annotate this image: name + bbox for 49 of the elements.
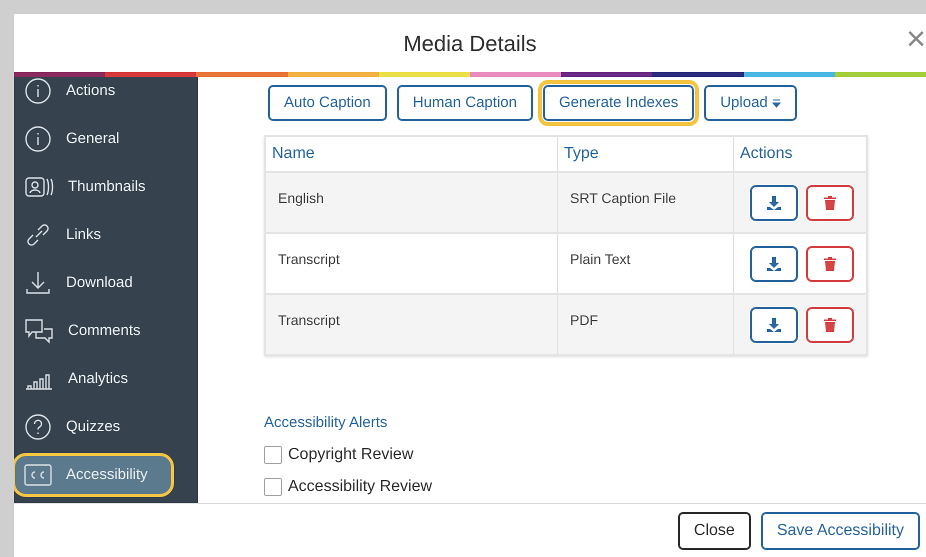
trash-icon	[824, 196, 836, 210]
toolbar-button[interactable]: Human Caption	[396, 85, 533, 121]
delete-button[interactable]	[806, 184, 854, 220]
toolbar-button[interactable]: Auto Caption	[268, 85, 387, 121]
sidebar-item[interactable]: Links	[14, 215, 198, 255]
dialog-title: Media Details	[403, 30, 537, 58]
sidebar-item[interactable]: Accessibility	[14, 455, 172, 495]
sidebar-item[interactable]: Comments	[14, 311, 198, 351]
close-button[interactable]: Close	[678, 512, 751, 550]
trash-icon	[824, 318, 836, 332]
column-header: Actions	[740, 144, 792, 164]
checkbox[interactable]	[264, 478, 282, 496]
sidebar-item[interactable]: Download	[14, 263, 198, 303]
delete-button[interactable]	[806, 246, 854, 282]
save-button[interactable]: Save Accessibility	[760, 512, 920, 550]
sidebar-item[interactable]: Analytics	[14, 359, 198, 399]
sidebar-item[interactable]: General	[14, 119, 198, 159]
table-cell: Transcript	[278, 312, 340, 328]
thumbnails-icon	[24, 175, 54, 199]
download-button[interactable]	[750, 306, 798, 342]
trash-icon	[824, 256, 836, 270]
info-icon	[24, 77, 52, 105]
delete-button[interactable]	[806, 306, 854, 342]
table-cell: Plain Text	[570, 251, 630, 267]
toolbar-button[interactable]: Upload	[704, 85, 797, 121]
sidebar-item[interactable]: Thumbnails	[14, 167, 198, 207]
download-icon	[766, 256, 782, 272]
sidebar-item[interactable]: Quizzes	[14, 407, 198, 447]
table-cell: English	[278, 190, 324, 206]
closed-captions-icon	[24, 463, 52, 487]
download-button[interactable]	[750, 246, 798, 282]
checkbox-label: Accessibility Review	[288, 476, 432, 496]
table-cell: PDF	[570, 312, 598, 328]
download-button[interactable]	[750, 184, 798, 220]
table-cell: Transcript	[278, 251, 340, 267]
checkbox-label: Copyright Review	[288, 444, 414, 464]
info-icon	[24, 125, 52, 153]
column-header: Name	[272, 144, 315, 164]
alerts-heading: Accessibility Alerts	[264, 413, 388, 433]
checkbox[interactable]	[264, 446, 282, 464]
download-icon	[766, 316, 782, 332]
download-icon	[766, 194, 782, 210]
toolbar-button[interactable]: Generate Indexes	[542, 85, 694, 121]
column-header: Type	[564, 144, 599, 164]
comments-icon	[24, 317, 54, 345]
sidebar-item[interactable]: Actions	[14, 77, 198, 111]
table-cell: SRT Caption File	[570, 190, 676, 206]
close-button[interactable]: ×	[906, 22, 926, 56]
question-icon	[24, 413, 52, 441]
